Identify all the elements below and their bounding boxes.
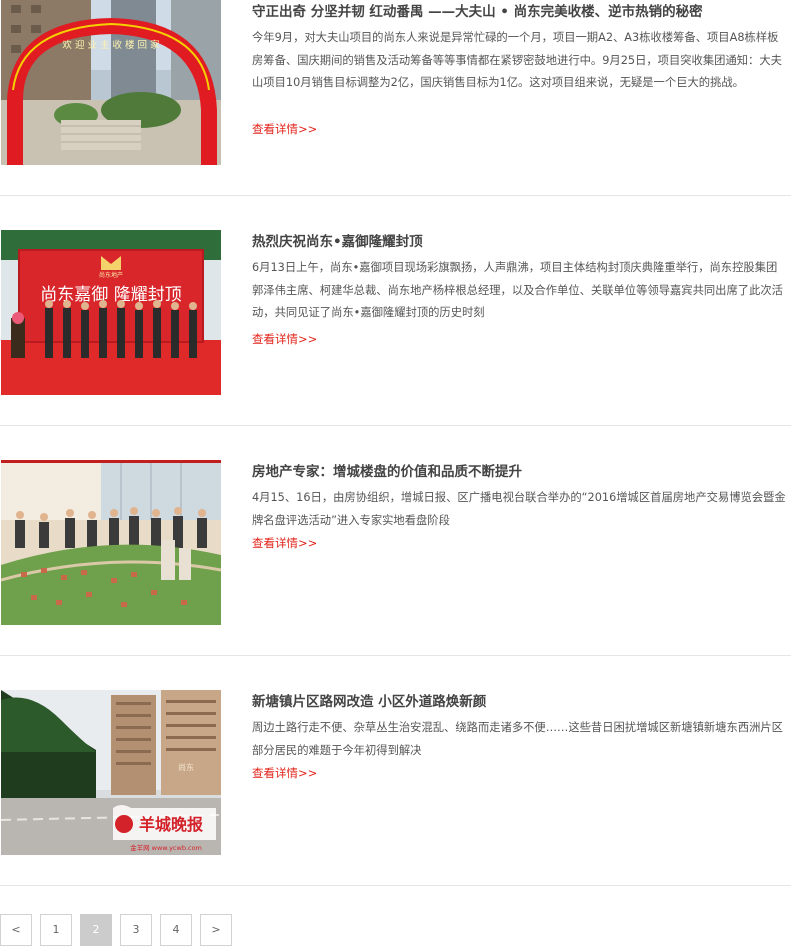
news-thumbnail-4[interactable]: 尚东 羊城晚报 金羊网 www.ycwb.com <box>1 690 221 855</box>
news-title-1[interactable]: 守正出奇 分坚并韧 红动番禺 ——大夫山 • 尚东完美收楼、逆市热销的秘密 <box>252 3 787 21</box>
prev-page-button[interactable]: < <box>0 914 32 946</box>
arch-banner-text: 欢 迎 业 主 收 楼 回 家 <box>62 39 160 51</box>
news-title-3[interactable]: 房地产专家：增城楼盘的价值和品质不断提升 <box>252 463 787 481</box>
news-thumbnail-2[interactable]: 尚东地产 尚东嘉御 隆耀封顶 <box>1 230 221 395</box>
brand-logo-text: 尚东地产 <box>99 271 123 279</box>
news-summary-1: 今年9月，对大夫山项目的尚东人来说是异常忙碌的一个月，项目一期A2、A3栋收楼筹… <box>252 31 782 89</box>
divider-1 <box>0 195 791 196</box>
news-summary-2: 6月13日上午，尚东•嘉御项目现场彩旗飘扬，人声鼎沸，项目主体结构封顶庆典隆重举… <box>252 261 783 319</box>
read-more-link-4[interactable]: 查看详情>> <box>252 765 317 781</box>
ceremony-banner-text: 尚东嘉御 隆耀封顶 <box>40 285 181 305</box>
news-image-3 <box>1 460 221 625</box>
news-title-2[interactable]: 热烈庆祝尚东•嘉御隆耀封顶 <box>252 233 787 251</box>
page-button-4[interactable]: 4 <box>160 914 192 946</box>
read-more-link-2[interactable]: 查看详情>> <box>252 331 317 347</box>
page-button-1[interactable]: 1 <box>40 914 72 946</box>
page-button-3[interactable]: 3 <box>120 914 152 946</box>
newspaper-site-text: 金羊网 www.ycwb.com <box>130 843 202 852</box>
divider-4 <box>0 885 791 886</box>
divider-3 <box>0 655 791 656</box>
news-summary-3: 4月15、16日，由房协组织，增城日报、区广播电视台联合举办的“2016增城区首… <box>252 491 786 527</box>
news-image-4: 尚东 羊城晚报 金羊网 www.ycwb.com <box>1 690 221 855</box>
page-button-2-current[interactable]: 2 <box>80 914 112 946</box>
news-image-1: 欢 迎 业 主 收 楼 回 家 <box>1 0 221 165</box>
next-page-button[interactable]: > <box>200 914 232 946</box>
news-image-2: 尚东地产 尚东嘉御 隆耀封顶 <box>1 230 221 395</box>
news-title-4[interactable]: 新塘镇片区路网改造 小区外道路焕新颜 <box>252 693 787 711</box>
divider-2 <box>0 425 791 426</box>
read-more-link-1[interactable]: 查看详情>> <box>252 121 317 137</box>
news-thumbnail-3[interactable] <box>1 460 221 625</box>
read-more-link-3[interactable]: 查看详情>> <box>252 535 317 551</box>
news-summary-4: 周边土路行走不便、杂草丛生治安混乱、绕路而走诸多不便……这些昔日困扰增城区新塘镇… <box>252 721 783 757</box>
news-thumbnail-1[interactable]: 欢 迎 业 主 收 楼 回 家 <box>1 0 221 165</box>
newspaper-logo-text: 羊城晚报 <box>139 815 203 834</box>
building-sign-text: 尚东 <box>178 762 194 772</box>
